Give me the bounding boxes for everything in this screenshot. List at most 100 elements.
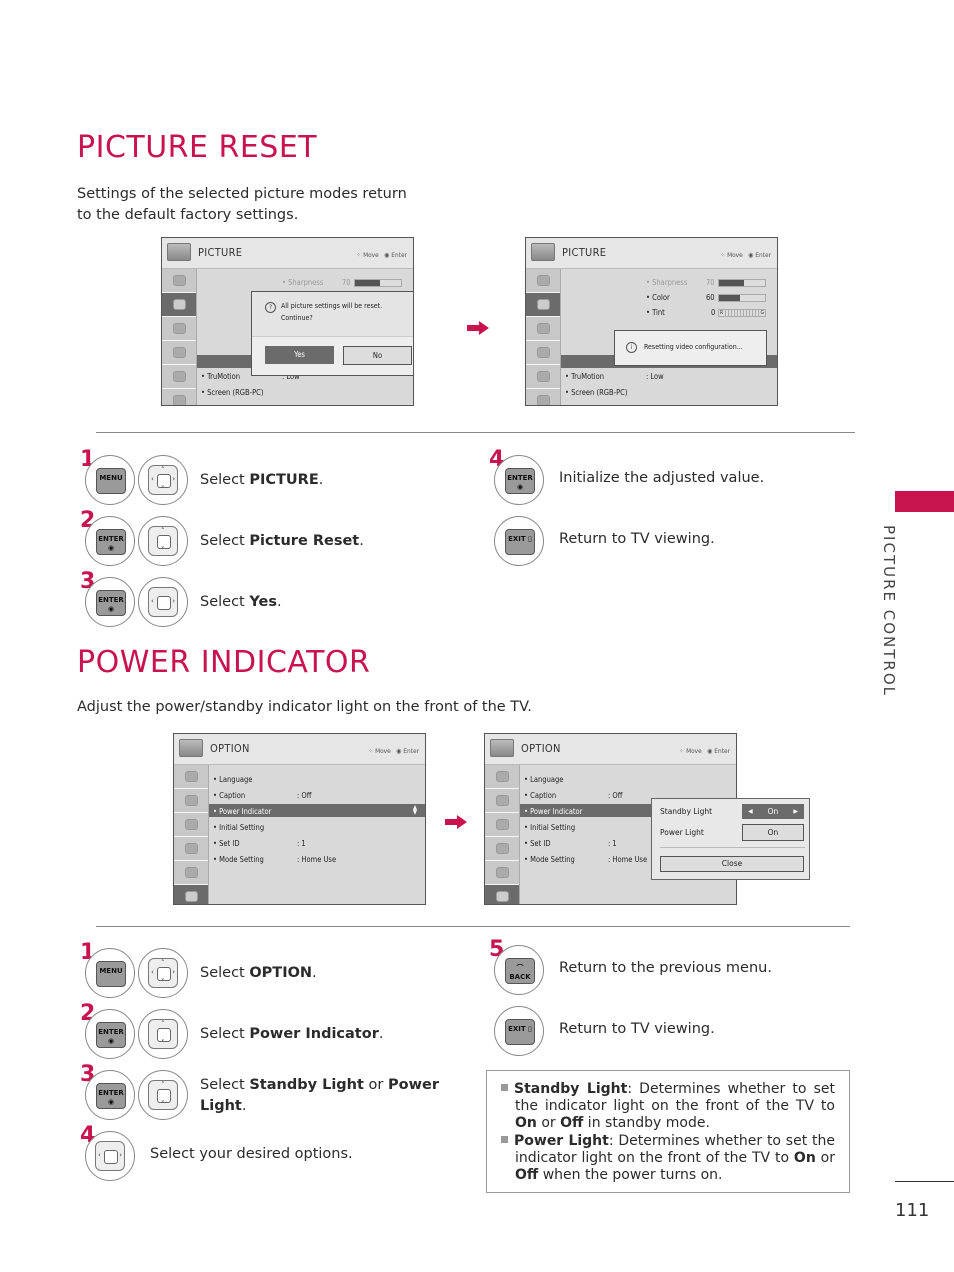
left-arrow-icon: ‹ [151, 597, 154, 605]
color-value: 60 [706, 293, 715, 302]
step: 4 ‹ › Select your desired options. [80, 1125, 465, 1185]
sidebar-item-option[interactable] [162, 389, 196, 405]
sidebar-item-picture-wizard[interactable] [162, 269, 196, 293]
exit-button[interactable]: EXIT ▯ [494, 1006, 544, 1056]
standby-light-selector[interactable]: ◀ On ▶ [742, 804, 804, 819]
menu-item[interactable]: • Power Indicator [213, 807, 271, 816]
menu-icon [536, 275, 550, 286]
sidebar-item-picture-wizard[interactable] [485, 765, 519, 789]
navigation-pad-button[interactable]: ‹ › [85, 1131, 135, 1181]
resetting-toast: i Resetting video configuration... [614, 330, 767, 366]
menu-item-screen[interactable]: • Screen (RGB-PC) [565, 388, 627, 397]
sidebar-item-picture-wizard[interactable] [174, 765, 208, 789]
enter-button[interactable]: ENTER ◉ [85, 516, 135, 566]
menu-item[interactable]: • Set ID [524, 839, 551, 848]
note-power-light: Power Light: Determines whether to set t… [501, 1133, 835, 1184]
sidebar-item-picture[interactable] [485, 789, 519, 813]
clock-icon [172, 347, 186, 358]
up-arrow-icon: ˄ [161, 1081, 165, 1089]
menu-item[interactable]: • Initial Setting [524, 823, 575, 832]
menu-item[interactable]: • Mode Setting [524, 855, 575, 864]
menu-item[interactable]: • Caption [213, 791, 245, 800]
enter-button[interactable]: ENTER ◉ [85, 577, 135, 627]
navigation-pad-button[interactable]: ˄ ˅ [138, 516, 188, 566]
menu-button[interactable]: MENU [85, 455, 135, 505]
sidebar-item-option[interactable] [174, 885, 208, 904]
audio-icon [495, 819, 509, 830]
enter-button[interactable]: ENTER ◉ [85, 1070, 135, 1120]
tv-title: PICTURE [562, 246, 607, 259]
menu-item-value: : Off [608, 791, 623, 800]
enter-button[interactable]: ENTER ◉ [494, 455, 544, 505]
menu-item[interactable]: • Power Indicator [524, 807, 582, 816]
sidebar-item-lock[interactable] [162, 365, 196, 389]
menu-item[interactable]: • Initial Setting [213, 823, 264, 832]
yes-button[interactable]: Yes [265, 346, 334, 364]
navigation-pad-button[interactable]: ˄ ˅ [138, 1070, 188, 1120]
menu-item-trumotion[interactable]: • TruMotion [201, 372, 240, 381]
sidebar-item-time[interactable] [526, 341, 560, 365]
menu-item-color[interactable]: • Color [646, 293, 670, 302]
menu-item-sharpness[interactable]: • Sharpness [282, 278, 323, 287]
sidebar-item-option[interactable] [485, 885, 519, 904]
down-arrow-icon: ˅ [161, 1039, 165, 1047]
sidebar-item-audio[interactable] [174, 813, 208, 837]
step-text: Return to the previous menu. [559, 960, 772, 976]
sidebar-item-audio[interactable] [162, 317, 196, 341]
menu-item-screen[interactable]: • Screen (RGB-PC) [201, 388, 263, 397]
enter-button[interactable]: ENTER ◉ [85, 1009, 135, 1059]
picture-icon [536, 299, 550, 310]
arrow-right-icon[interactable]: ▶ [793, 804, 798, 819]
menu-item[interactable]: • Mode Setting [213, 855, 264, 864]
menu-item[interactable]: • Language [213, 775, 252, 784]
dpad-icon: ˄ ˅ [148, 526, 178, 556]
tint-value: 0 [711, 308, 716, 317]
left-arrow-icon: ‹ [98, 1151, 101, 1159]
sidebar-item-picture[interactable] [174, 789, 208, 813]
sidebar-item-picture[interactable] [162, 293, 196, 317]
menu-item[interactable]: • Caption [524, 791, 556, 800]
sidebar-item-lock[interactable] [174, 861, 208, 885]
sharpness-value: 70 [342, 278, 351, 287]
navigation-pad-button[interactable]: ˄ ˅ ‹ › [138, 455, 188, 505]
exit-key-icon: EXIT ▯ [505, 529, 535, 555]
sidebar-item-time[interactable] [485, 837, 519, 861]
arrow-right-icon [445, 815, 467, 829]
tv-hint: ⁘ Move ◉ Enter [679, 747, 730, 755]
sidebar-item-lock[interactable] [526, 365, 560, 389]
close-button[interactable]: Close [660, 856, 804, 872]
sidebar-item-audio[interactable] [485, 813, 519, 837]
tv-title: PICTURE [198, 246, 243, 259]
sidebar-item-option[interactable] [526, 389, 560, 405]
sidebar-item-picture-wizard[interactable] [526, 269, 560, 293]
navigation-pad-button[interactable]: ˄ ˅ [138, 1009, 188, 1059]
popup-divider [660, 847, 805, 848]
menu-item[interactable]: • Set ID [213, 839, 240, 848]
menu-item[interactable]: • Language [524, 775, 563, 784]
back-button[interactable]: ⌒ BACK [494, 945, 544, 995]
time-icon [495, 843, 509, 854]
menu-item-tint[interactable]: • Tint [646, 308, 665, 317]
dialog-message-line2: Continue? [281, 314, 313, 322]
step-text: Select your desired options. [150, 1146, 353, 1162]
arrow-left-icon[interactable]: ◀ [748, 804, 753, 819]
navigation-pad-button[interactable]: ˄ ˅ ‹ › [138, 948, 188, 998]
sidebar-item-picture[interactable] [526, 293, 560, 317]
no-button[interactable]: No [343, 346, 412, 365]
navigation-pad-button[interactable]: ‹ › [138, 577, 188, 627]
page-number: 111 [895, 1200, 930, 1221]
menu-item-sharpness[interactable]: • Sharpness [646, 278, 687, 287]
section-title-picture-reset: PICTURE RESET [77, 130, 318, 165]
sidebar-item-time[interactable] [162, 341, 196, 365]
tv-hint: ⁘ Move ◉ Enter [368, 747, 419, 755]
tv-header: OPTION ⁘ Move ◉ Enter [485, 734, 736, 765]
toast-message: Resetting video configuration... [644, 343, 743, 351]
menu-button[interactable]: MENU [85, 948, 135, 998]
sidebar-item-time[interactable] [174, 837, 208, 861]
power-light-selector[interactable]: On [742, 824, 804, 841]
exit-button[interactable]: EXIT ▯ [494, 516, 544, 566]
sidebar-item-audio[interactable] [526, 317, 560, 341]
menu-key-icon: MENU [96, 961, 126, 987]
menu-item-trumotion[interactable]: • TruMotion [565, 372, 604, 381]
sidebar-item-lock[interactable] [485, 861, 519, 885]
